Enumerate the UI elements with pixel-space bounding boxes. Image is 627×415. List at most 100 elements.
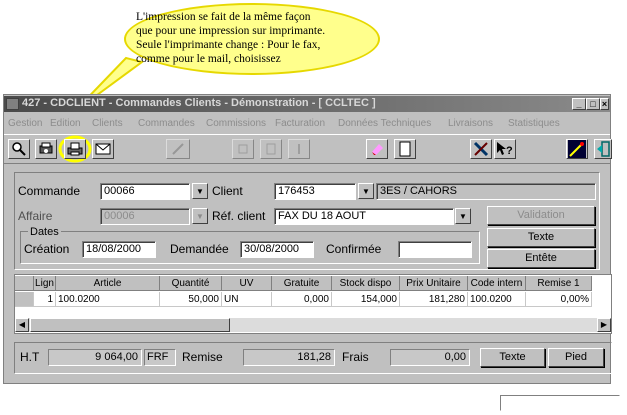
affaire-dropdown-button[interactable]: ▼ bbox=[192, 208, 208, 224]
column-header[interactable]: Prix Unitaire bbox=[400, 276, 468, 291]
table-cell[interactable]: 100.0200 bbox=[468, 292, 526, 307]
disabled-tool-button[interactable] bbox=[232, 139, 254, 159]
ref-client-field[interactable]: FAX DU 18 AOUT bbox=[274, 208, 454, 225]
entete-button[interactable]: Entête bbox=[487, 249, 595, 268]
preview-button[interactable] bbox=[8, 139, 30, 159]
affaire-label: Affaire bbox=[18, 209, 53, 223]
wizard-icon bbox=[568, 140, 586, 158]
scroll-left-button[interactable]: ◀ bbox=[15, 318, 29, 332]
window-title: 427 - CDCLIENT - Commandes Clients - Dém… bbox=[22, 97, 376, 109]
texte-button[interactable]: Texte bbox=[487, 228, 595, 247]
menu-commissions[interactable]: Commissions bbox=[206, 118, 266, 129]
remise-label: Remise bbox=[182, 350, 223, 364]
minimize-button[interactable]: _ bbox=[572, 98, 586, 110]
mail-button[interactable] bbox=[92, 139, 114, 159]
envelope-icon bbox=[95, 143, 111, 155]
disabled-tool-button[interactable] bbox=[288, 139, 310, 159]
print-preview-button[interactable] bbox=[35, 139, 57, 159]
eraser-button[interactable] bbox=[366, 139, 388, 159]
disabled-tool-button[interactable] bbox=[166, 139, 190, 159]
menu-gestion[interactable]: Gestion bbox=[8, 118, 42, 129]
frais-label: Frais bbox=[342, 350, 369, 364]
client-code-field[interactable]: 176453 bbox=[274, 183, 356, 200]
table-cell[interactable]: 50,000 bbox=[160, 292, 222, 307]
client-dropdown-button[interactable]: ▼ bbox=[358, 183, 374, 199]
callout-line: Seule l'imprimante change : Pour le fax, bbox=[136, 39, 321, 51]
app-icon[interactable] bbox=[6, 98, 19, 110]
column-header[interactable]: UV bbox=[222, 276, 272, 291]
table-cell[interactable]: 100.0200 bbox=[56, 292, 160, 307]
table-cell[interactable]: UN bbox=[222, 292, 272, 307]
printer-icon bbox=[67, 142, 83, 156]
client-name-field: 3ES / CAHORS bbox=[376, 183, 596, 200]
disabled-icon bbox=[238, 144, 248, 154]
pied-button[interactable]: Pied bbox=[548, 348, 604, 367]
arrow-left-icon: ◀ bbox=[18, 320, 26, 329]
menu-edition[interactable]: Edition bbox=[50, 118, 81, 129]
footer-texte-button[interactable]: Texte bbox=[480, 348, 545, 367]
table-cell[interactable]: 0,00% bbox=[526, 292, 592, 307]
maximize-button[interactable]: □ bbox=[586, 98, 600, 110]
callout-line: que pour une impression sur imprimante. bbox=[136, 25, 326, 37]
column-header[interactable]: Lign bbox=[34, 276, 56, 291]
affaire-field: 00006 bbox=[100, 208, 190, 225]
commande-field[interactable]: 00066 bbox=[100, 183, 190, 200]
table-cell[interactable]: 0,000 bbox=[272, 292, 332, 307]
row-selector[interactable] bbox=[15, 292, 34, 307]
help-button[interactable]: ? bbox=[494, 139, 516, 159]
ref-client-label: Réf. client bbox=[212, 209, 266, 223]
demandee-label: Demandée bbox=[170, 242, 229, 256]
callout-text: L'impression se fait de la même façon qu… bbox=[136, 10, 376, 66]
close-button[interactable]: × bbox=[600, 98, 609, 110]
table-cell[interactable]: 181,280 bbox=[400, 292, 468, 307]
column-header[interactable]: Stock dispo bbox=[332, 276, 400, 291]
new-document-icon bbox=[399, 141, 411, 157]
creation-label: Création bbox=[24, 242, 70, 256]
confirmee-label: Confirmée bbox=[326, 242, 382, 256]
scrollbar-thumb[interactable] bbox=[30, 318, 230, 332]
demandee-date-field[interactable]: 30/08/2000 bbox=[240, 241, 314, 258]
ht-label: H.T bbox=[20, 350, 40, 364]
status-bar bbox=[500, 395, 620, 411]
remise-total-field: 181,28 bbox=[243, 349, 335, 366]
print-button[interactable] bbox=[64, 139, 86, 159]
column-header[interactable]: Quantité bbox=[160, 276, 222, 291]
column-header[interactable]: Gratuite bbox=[272, 276, 332, 291]
dates-group-label: Dates bbox=[28, 226, 61, 238]
callout-line: L'impression se fait de la même façon bbox=[136, 11, 311, 23]
disabled-icon bbox=[298, 144, 300, 154]
menu-clients[interactable]: Clients bbox=[92, 118, 123, 129]
currency-field: FRF bbox=[144, 349, 176, 366]
column-header[interactable]: Remise 1 bbox=[526, 276, 592, 291]
menu-facturation[interactable]: Facturation bbox=[275, 118, 325, 129]
tools-button[interactable] bbox=[470, 139, 492, 159]
exit-button[interactable] bbox=[594, 139, 612, 159]
wizard-button[interactable] bbox=[566, 139, 588, 159]
ref-client-dropdown-button[interactable]: ▼ bbox=[455, 208, 471, 224]
help-icon: ? bbox=[497, 142, 513, 157]
column-header[interactable]: Article bbox=[56, 276, 160, 291]
commande-dropdown-button[interactable]: ▼ bbox=[192, 183, 208, 199]
arrow-right-icon: ▶ bbox=[600, 320, 608, 329]
frais-total-field: 0,00 bbox=[390, 349, 470, 366]
menu-commandes[interactable]: Commandes bbox=[138, 118, 195, 129]
chevron-down-icon: ▼ bbox=[196, 212, 204, 221]
tools-icon bbox=[473, 141, 489, 157]
column-header[interactable]: Code intern bbox=[468, 276, 526, 291]
menu-statistiques[interactable]: Statistiques bbox=[508, 118, 560, 129]
eraser-icon bbox=[372, 144, 383, 155]
confirmee-date-field[interactable] bbox=[398, 241, 472, 258]
svg-text:?: ? bbox=[506, 145, 513, 157]
disabled-tool-button[interactable] bbox=[260, 139, 282, 159]
table-cell[interactable]: 154,000 bbox=[332, 292, 400, 307]
table-cell[interactable]: 1 bbox=[34, 292, 56, 307]
scroll-right-button[interactable]: ▶ bbox=[597, 318, 611, 332]
chevron-down-icon: ▼ bbox=[362, 187, 370, 196]
creation-date-field[interactable]: 18/08/2000 bbox=[82, 241, 156, 258]
menu-donnees-techniques[interactable]: Données Techniques bbox=[338, 118, 431, 129]
commande-label: Commande bbox=[18, 184, 81, 198]
validation-button[interactable]: Validation bbox=[487, 206, 595, 225]
row-header-corner bbox=[15, 276, 34, 291]
new-document-button[interactable] bbox=[394, 139, 416, 159]
menu-livraisons[interactable]: Livraisons bbox=[448, 118, 493, 129]
